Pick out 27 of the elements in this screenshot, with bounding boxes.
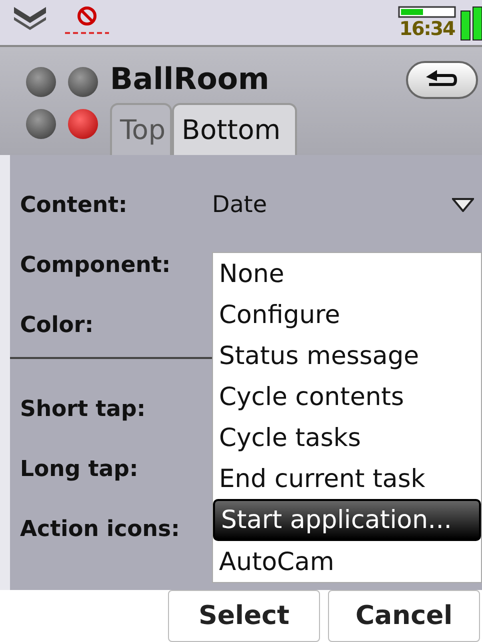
field-label: Component: xyxy=(20,252,172,278)
field-label: Long tap: xyxy=(20,456,140,482)
signal-icon xyxy=(460,4,482,40)
menu-item[interactable]: Start application... xyxy=(213,499,481,541)
no-signal-icon xyxy=(62,4,112,36)
field-label: Action icons: xyxy=(20,516,181,542)
softkey-button[interactable]: Cancel xyxy=(328,590,480,642)
clock-time: 16:34 xyxy=(399,18,455,40)
menu-item[interactable]: End current task xyxy=(213,458,481,499)
field-label: Content: xyxy=(20,192,128,218)
menu-item[interactable]: Cycle tasks xyxy=(213,417,481,458)
menu-icon[interactable] xyxy=(12,4,48,30)
menu-item[interactable]: AutoCam xyxy=(213,541,481,582)
tab[interactable]: Bottom xyxy=(172,103,297,155)
softkey-button[interactable]: Select xyxy=(168,590,320,642)
dropdown-value[interactable]: Date xyxy=(212,192,452,218)
field-label: Color: xyxy=(20,312,95,338)
menu-item[interactable]: Status message xyxy=(213,335,481,376)
back-button[interactable] xyxy=(406,60,478,98)
tab[interactable]: Top xyxy=(110,103,172,155)
menu-item[interactable]: Configure xyxy=(213,294,481,335)
menu-item[interactable]: None xyxy=(213,253,481,294)
field-label: Short tap: xyxy=(20,396,147,422)
app-title: BallRoom xyxy=(110,62,270,97)
dropdown-arrow-icon[interactable] xyxy=(452,198,474,212)
battery-icon xyxy=(398,6,456,18)
menu-item[interactable]: Cycle contents xyxy=(213,376,481,417)
